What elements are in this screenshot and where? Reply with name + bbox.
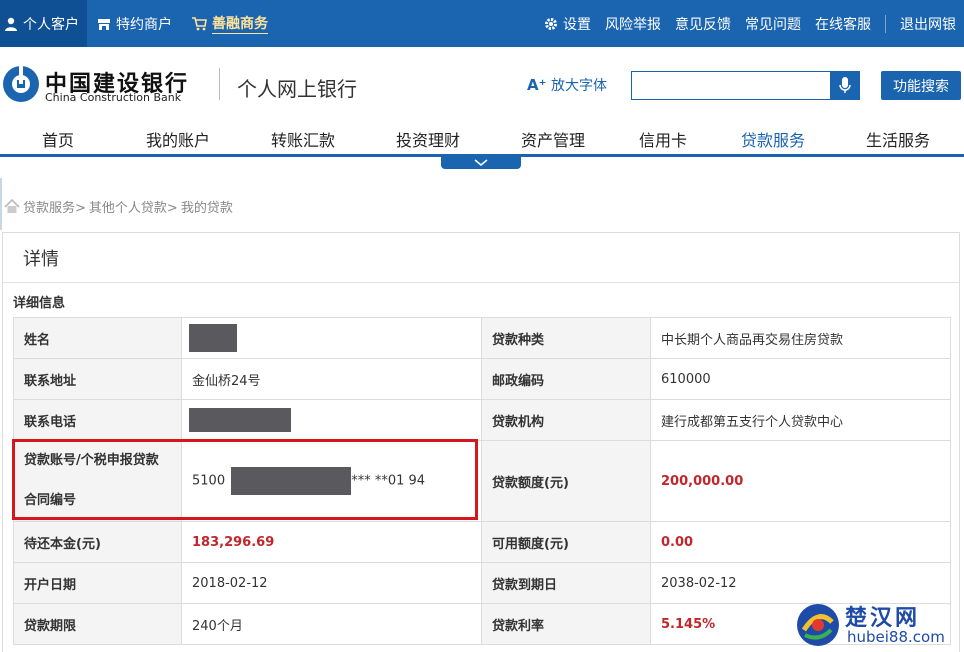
home-icon[interactable] — [4, 199, 20, 214]
available-amount-value: 0.00 — [650, 521, 951, 563]
table-row: 贷款账号/个税申报贷款合同编号 5100 *** **01 94 贷款额度(元)… — [13, 440, 951, 522]
interest-rate-label: 贷款利率 — [481, 603, 651, 645]
font-plus-icon: A⁺ — [527, 76, 547, 94]
online-service-link[interactable]: 在线客服 — [815, 14, 871, 34]
postcode-value: 610000 — [650, 358, 951, 400]
loan-detail-table: 姓名 贷款种类 中长期个人商品再交易住房贷款 联系地址 金仙桥24号 邮政编码 … — [13, 317, 951, 645]
nav-credit-card[interactable]: 信用卡 — [639, 127, 687, 151]
watermark: 楚汉网 hubei88.com — [795, 600, 960, 650]
panel-title: 详情 — [23, 249, 59, 270]
risk-report-link[interactable]: 风险举报 — [605, 14, 661, 34]
table-row: 姓名 贷款种类 中长期个人商品再交易住房贷款 — [13, 317, 951, 359]
merchant-tab[interactable]: 特约商户 — [97, 14, 172, 34]
loan-amount-value: 200,000.00 — [650, 440, 951, 522]
main-nav: 首页 我的账户 转账汇款 投资理财 资产管理 信用卡 贷款服务 生活服务 — [0, 121, 964, 156]
brand-divider — [219, 68, 220, 100]
table-row: 待还本金(元) 183,296.69 可用额度(元) 0.00 — [13, 521, 951, 563]
loan-type-value: 中长期个人商品再交易住房贷款 — [650, 317, 951, 359]
header: 中国建设银行 China Construction Bank 个人网上银行 A⁺… — [0, 47, 964, 121]
maturity-date-value: 2038-02-12 — [650, 562, 951, 604]
feedback-link[interactable]: 意见反馈 — [675, 14, 731, 34]
lending-institution-label: 贷款机构 — [481, 399, 651, 441]
loan-term-label: 贷款期限 — [13, 603, 182, 645]
account-prefix: 5100 — [192, 473, 226, 489]
settings-link[interactable]: 设置 — [544, 14, 591, 34]
lending-institution-value: 建行成都第五支行个人贷款中心 — [650, 399, 951, 441]
table-row: 开户日期 2018-02-12 贷款到期日 2038-02-12 — [13, 562, 951, 604]
cart-icon — [192, 16, 207, 30]
ccb-logo — [3, 65, 39, 102]
account-suffix: *** **01 94 — [351, 473, 426, 489]
loan-account-value: 5100 *** **01 94 — [181, 440, 482, 522]
shanrong-tab[interactable]: 善融商务 — [192, 13, 268, 34]
microphone-icon — [839, 77, 851, 93]
topbar-divider — [885, 14, 886, 33]
breadcrumb-loan-services[interactable]: 贷款服务> — [23, 197, 86, 216]
nav-loan-services[interactable]: 贷款服务 — [741, 127, 805, 151]
merchant-label: 特约商户 — [116, 16, 172, 33]
nav-expand-toggle[interactable] — [441, 156, 521, 169]
voice-search-button[interactable] — [830, 71, 860, 100]
nav-investment[interactable]: 投资理财 — [396, 127, 460, 151]
logout-link[interactable]: 退出网银 — [900, 14, 956, 34]
loan-term-value: 240个月 — [181, 603, 482, 645]
panel-divider — [3, 282, 959, 283]
address-label: 联系地址 — [13, 358, 182, 400]
outstanding-principal-label: 待还本金(元) — [13, 521, 182, 563]
loan-account-label: 贷款账号/个税申报贷款合同编号 — [13, 440, 182, 522]
nav-home[interactable]: 首页 — [42, 127, 74, 151]
open-date-value: 2018-02-12 — [181, 562, 482, 604]
personal-customer-tab[interactable]: 个人客户 — [0, 0, 87, 47]
maturity-date-label: 贷款到期日 — [481, 562, 651, 604]
enlarge-font-button[interactable]: A⁺ 放大字体 — [527, 75, 607, 95]
bank-name-en: China Construction Bank — [45, 91, 182, 104]
shanrong-label: 善融商务 — [212, 13, 268, 34]
product-title: 个人网上银行 — [237, 77, 357, 101]
enlarge-font-label: 放大字体 — [550, 78, 607, 94]
name-value — [181, 317, 482, 359]
postcode-label: 邮政编码 — [481, 358, 651, 400]
faq-link[interactable]: 常见问题 — [745, 14, 801, 34]
outstanding-principal-value: 183,296.69 — [181, 521, 482, 563]
top-bar: 个人客户 特约商户 善融商务 设置 风险举报 意见反馈 常见问题 在线客服 退出… — [0, 0, 964, 47]
breadcrumb-my-loans: 我的贷款 — [180, 201, 233, 216]
gear-icon — [545, 17, 557, 30]
watermark-en: hubei88.com — [847, 628, 945, 646]
settings-label: 设置 — [563, 16, 591, 33]
phone-value — [181, 399, 482, 441]
loan-amount-label: 贷款额度(元) — [481, 440, 651, 522]
table-row: 联系地址 金仙桥24号 邮政编码 610000 — [13, 358, 951, 400]
redacted-block — [231, 467, 352, 495]
chevron-down-icon — [474, 158, 488, 166]
phone-label: 联系电话 — [13, 399, 182, 441]
nav-my-account[interactable]: 我的账户 — [146, 127, 210, 151]
watermark-logo — [797, 604, 839, 646]
redacted-block — [189, 408, 291, 432]
personal-customer-label: 个人客户 — [23, 16, 79, 33]
function-search-button[interactable]: 功能搜索 — [881, 71, 961, 100]
nav-transfer[interactable]: 转账汇款 — [271, 127, 335, 151]
nav-asset-management[interactable]: 资产管理 — [521, 127, 585, 151]
redacted-block — [189, 324, 237, 352]
section-title: 详细信息 — [13, 296, 66, 311]
breadcrumb: 贷款服务> 其他个人贷款> 我的贷款 — [4, 197, 233, 216]
breadcrumb-other-loans[interactable]: 其他个人贷款> — [89, 197, 178, 216]
address-value: 金仙桥24号 — [181, 358, 482, 400]
open-date-label: 开户日期 — [13, 562, 182, 604]
name-label: 姓名 — [13, 317, 182, 359]
available-amount-label: 可用额度(元) — [481, 521, 651, 563]
search-input[interactable] — [631, 71, 831, 100]
user-icon — [5, 17, 17, 31]
loan-type-label: 贷款种类 — [481, 317, 651, 359]
nav-life-services[interactable]: 生活服务 — [866, 127, 930, 151]
shop-icon — [98, 18, 110, 30]
content-left-edge — [0, 178, 2, 230]
table-row: 联系电话 贷款机构 建行成都第五支行个人贷款中心 — [13, 399, 951, 441]
